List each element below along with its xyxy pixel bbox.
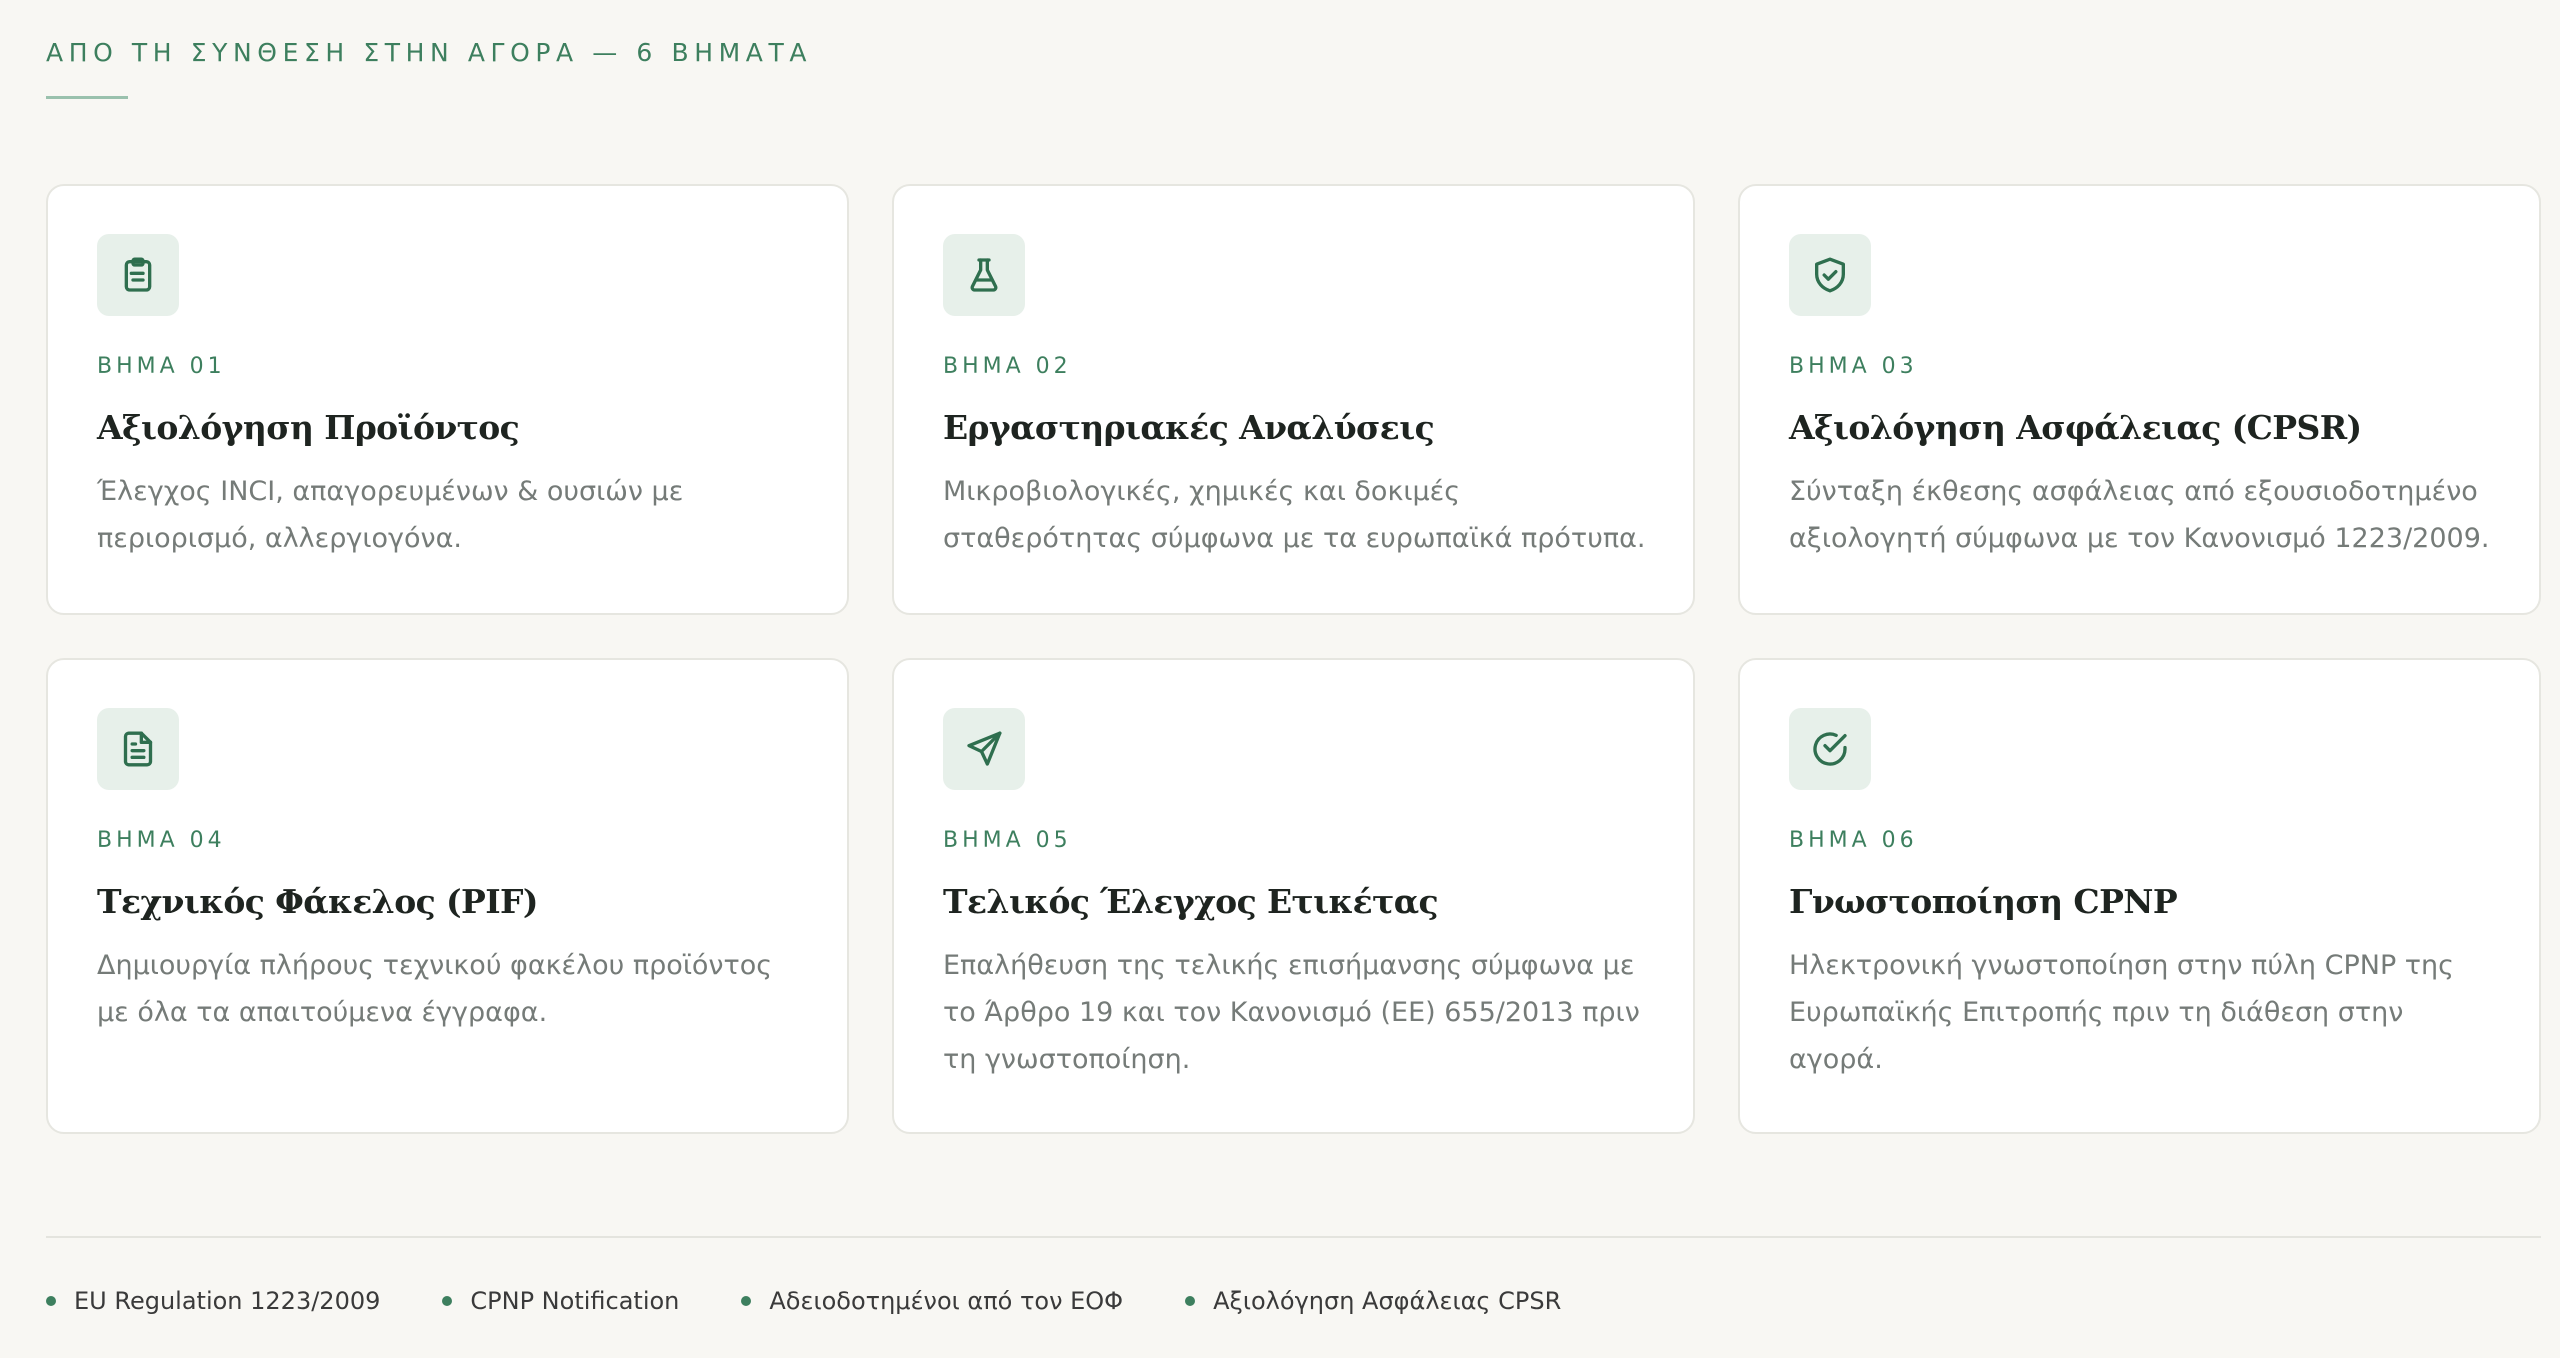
eyebrow-underline [46, 96, 128, 99]
step-card-02: ΒΗΜΑ 02 Εργαστηριακές Αναλύσεις Μικροβιο… [892, 184, 1695, 615]
badge-eof: Αδειοδοτημένοι από τον ΕΟΦ [741, 1287, 1123, 1315]
step-number: ΒΗΜΑ 04 [97, 828, 226, 853]
clipboard-list-icon [97, 234, 179, 316]
step-description: Ηλεκτρονική γνωστοποίηση στην πύλη CPNP … [1789, 950, 2455, 1075]
step-number: ΒΗΜΑ 03 [1789, 354, 1918, 379]
step-title: Γνωστοποίηση CPNP [1789, 882, 2178, 921]
step-card-01: ΒΗΜΑ 01 Αξιολόγηση Προϊόντος Έλεγχος INC… [46, 184, 849, 615]
step-number: ΒΗΜΑ 06 [1789, 828, 1918, 853]
steps-grid: ΒΗΜΑ 01 Αξιολόγηση Προϊόντος Έλεγχος INC… [46, 184, 2541, 1134]
send-icon [943, 708, 1025, 790]
trust-badges: EU Regulation 1223/2009 CPNP Notificatio… [46, 1287, 1623, 1315]
check-circle-icon [1789, 708, 1871, 790]
badge-cpsr: Αξιολόγηση Ασφάλειας CPSR [1185, 1287, 1561, 1315]
bullet-dot-icon [1185, 1296, 1196, 1306]
step-description: Μικροβιολογικές, χημικές και δοκιμές στα… [943, 476, 1646, 554]
step-title: Αξιολόγηση Προϊόντος [97, 408, 520, 447]
step-number: ΒΗΜΑ 05 [943, 828, 1072, 853]
step-number: ΒΗΜΑ 02 [943, 354, 1072, 379]
step-card-05: ΒΗΜΑ 05 Τελικός Έλεγχος Ετικέτας Επαλήθε… [892, 658, 1695, 1134]
footer-divider [46, 1236, 2541, 1238]
bullet-dot-icon [741, 1296, 752, 1306]
bullet-dot-icon [442, 1296, 453, 1306]
step-description: Σύνταξη έκθεσης ασφάλειας από εξουσιοδοτ… [1789, 476, 2490, 554]
badge-label: Αδειοδοτημένοι από τον ΕΟΦ [769, 1287, 1124, 1315]
step-description: Επαλήθευση της τελικής επισήμανσης σύμφω… [943, 950, 1640, 1075]
step-card-04: ΒΗΜΑ 04 Τεχνικός Φάκελος (PIF) Δημιουργί… [46, 658, 849, 1134]
badge-eu-regulation: EU Regulation 1223/2009 [46, 1287, 380, 1315]
step-description: Δημιουργία πλήρους τεχνικού φακέλου προϊ… [97, 950, 773, 1028]
step-card-03: ΒΗΜΑ 03 Αξιολόγηση Ασφάλειας (CPSR) Σύντ… [1738, 184, 2541, 615]
bullet-dot-icon [46, 1296, 56, 1306]
step-number: ΒΗΜΑ 01 [97, 354, 226, 379]
section-eyebrow: ΑΠΟ ΤΗ ΣΥΝΘΕΣΗ ΣΤΗΝ ΑΓΟΡΑ — 6 ΒΗΜΑΤΑ [46, 38, 813, 67]
shield-check-icon [1789, 234, 1871, 316]
step-title: Αξιολόγηση Ασφάλειας (CPSR) [1789, 408, 2362, 447]
step-title: Εργαστηριακές Αναλύσεις [943, 408, 1435, 447]
process-section: ΑΠΟ ΤΗ ΣΥΝΘΕΣΗ ΣΤΗΝ ΑΓΟΡΑ — 6 ΒΗΜΑΤΑ ΒΗΜ… [46, 0, 2541, 1358]
step-description: Έλεγχος INCI, απαγορευμένων & ουσιών με … [97, 476, 684, 554]
step-title: Τελικός Έλεγχος Ετικέτας [943, 882, 1439, 921]
file-text-icon [97, 708, 179, 790]
step-title: Τεχνικός Φάκελος (PIF) [97, 882, 538, 921]
badge-label: Αξιολόγηση Ασφάλειας CPSR [1213, 1287, 1562, 1315]
flask-icon [943, 234, 1025, 316]
badge-label: CPNP Notification [470, 1287, 680, 1315]
badge-cpnp: CPNP Notification [442, 1287, 679, 1315]
step-card-06: ΒΗΜΑ 06 Γνωστοποίηση CPNP Ηλεκτρονική γν… [1738, 658, 2541, 1134]
badge-label: EU Regulation 1223/2009 [74, 1287, 381, 1315]
